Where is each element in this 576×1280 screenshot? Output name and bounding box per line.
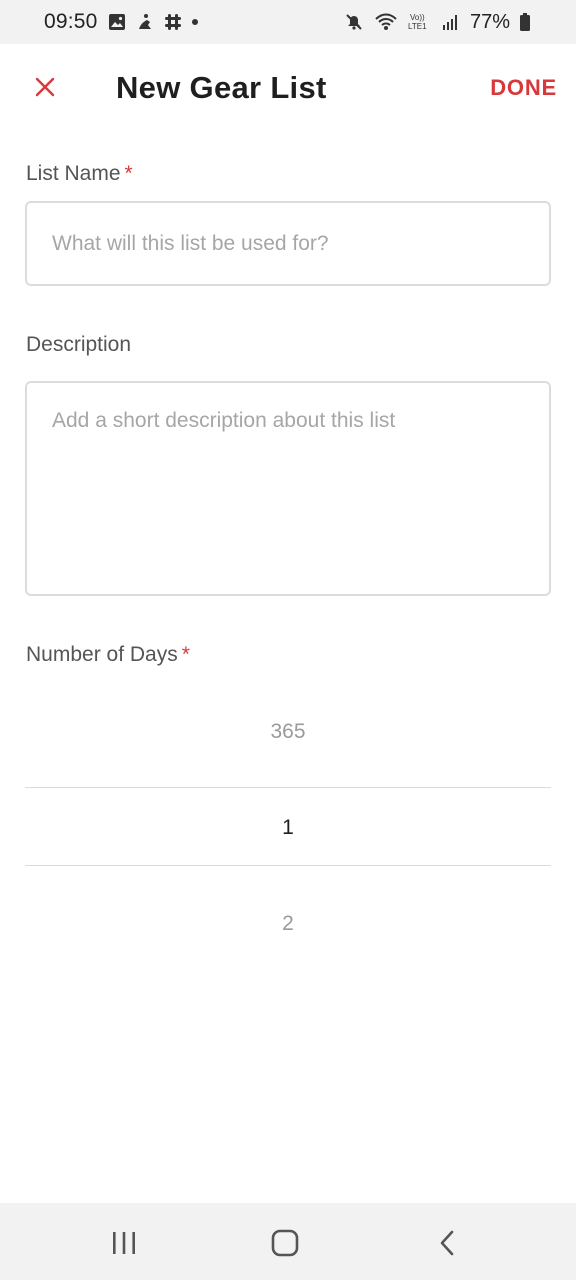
picker-option-selected[interactable]: 1 — [25, 816, 551, 840]
volte-icon: Vo)) LTE1 — [408, 12, 432, 32]
recents-button[interactable] — [104, 1227, 144, 1259]
page-title: New Gear List — [116, 70, 327, 105]
list-name-label: List Name * — [26, 162, 133, 186]
description-label-text: Description — [26, 333, 132, 356]
days-label: Number of Days * — [26, 643, 190, 667]
back-button[interactable] — [427, 1227, 467, 1259]
signal-icon — [442, 13, 460, 31]
picker-divider-bottom — [25, 865, 551, 866]
status-bar: 09:50 Vo)) LTE1 77% — [0, 0, 576, 44]
list-name-label-text: List Name — [26, 162, 121, 185]
picker-option-next[interactable]: 2 — [25, 912, 551, 936]
close-button[interactable] — [26, 68, 64, 106]
description-label: Description — [26, 333, 131, 357]
gallery-icon — [108, 13, 126, 31]
notification-dot-icon — [191, 19, 198, 25]
home-icon — [271, 1229, 299, 1257]
status-bar-left: 09:50 — [44, 10, 198, 34]
slack-icon — [164, 13, 182, 31]
required-mark: * — [181, 643, 190, 666]
status-time: 09:50 — [44, 10, 98, 33]
app-bar: New Gear List DONE — [0, 44, 576, 134]
status-bar-right: Vo)) LTE1 77% — [344, 11, 530, 34]
battery-icon — [520, 13, 530, 31]
svg-text:LTE1: LTE1 — [408, 22, 427, 31]
battery-percent: 77% — [469, 10, 510, 33]
picker-divider-top — [25, 787, 551, 788]
done-button[interactable]: DONE — [490, 75, 557, 101]
system-nav-bar — [0, 1203, 576, 1280]
required-mark: * — [124, 162, 133, 185]
fitness-icon — [136, 13, 154, 31]
svg-text:Vo)): Vo)) — [410, 13, 425, 22]
description-textarea[interactable] — [25, 381, 551, 596]
close-icon — [35, 77, 55, 97]
days-label-text: Number of Days — [26, 643, 178, 666]
recents-icon — [113, 1232, 135, 1254]
wifi-icon — [374, 12, 398, 32]
days-picker[interactable]: 365 1 2 — [25, 690, 551, 970]
list-name-input[interactable] — [25, 201, 551, 286]
picker-option-previous[interactable]: 365 — [25, 720, 551, 744]
mute-icon — [344, 12, 364, 32]
home-button[interactable] — [265, 1227, 305, 1259]
back-icon — [440, 1230, 454, 1256]
